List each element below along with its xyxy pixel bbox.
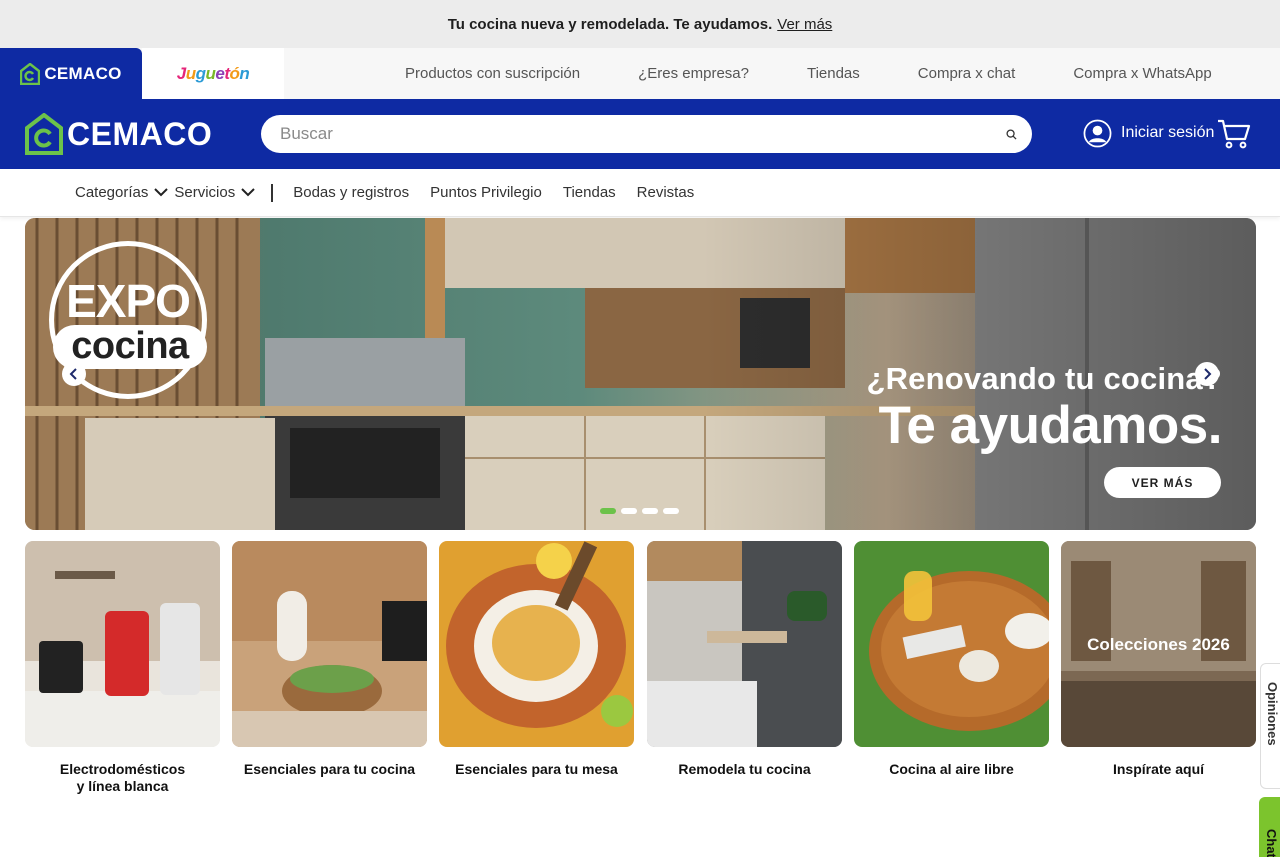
- main-logo[interactable]: CEMACO: [25, 112, 212, 156]
- chevron-down-icon: [154, 188, 169, 197]
- category-image: [439, 541, 634, 747]
- category-label: Electrodomésticos y línea blanca: [59, 761, 186, 794]
- search-input[interactable]: [280, 124, 1004, 144]
- cemaco-logo-icon: [20, 62, 41, 85]
- category-label: Esenciales para tu mesa: [455, 761, 618, 777]
- category-overlay-text: Colecciones 2026: [1087, 635, 1230, 654]
- hero-dot-3[interactable]: [642, 508, 658, 514]
- category-thumb[interactable]: Colecciones 2026: [1061, 541, 1256, 747]
- hero-next-button[interactable]: [1195, 362, 1219, 386]
- category-thumb[interactable]: [232, 541, 427, 747]
- opinions-label: Opiniones: [1265, 682, 1280, 746]
- user-icon: [1083, 119, 1112, 147]
- brand-tab-cemaco[interactable]: CEMACO: [0, 48, 142, 99]
- nav-bodas[interactable]: Bodas y registros: [293, 184, 409, 201]
- search-icon[interactable]: [1004, 127, 1018, 141]
- brand-tab-jugueton[interactable]: Juguetón: [142, 48, 284, 99]
- category-label: Cocina al aire libre: [889, 761, 1014, 777]
- top-link-tiendas[interactable]: Tiendas: [807, 65, 860, 82]
- nav-puntos[interactable]: Puntos Privilegio: [430, 184, 542, 201]
- category-image: [232, 541, 427, 747]
- hero-banner[interactable]: EXPO cocina ¿Renovando tu cocina? Te ayu…: [25, 218, 1256, 530]
- top-links: Productos con suscripción ¿Eres empresa?…: [376, 48, 1270, 99]
- category-thumb[interactable]: [647, 541, 842, 747]
- promo-ver-mas-link[interactable]: Ver más: [777, 16, 832, 33]
- nav-categorias[interactable]: Categorías: [75, 184, 169, 201]
- category-nav: Categorías Servicios Bodas y registros P…: [0, 169, 1280, 217]
- category-label: Inspírate aquí: [1112, 761, 1205, 777]
- category-tile[interactable]: Electrodomésticos y línea blanca: [25, 541, 220, 795]
- hero-heading: ¿Renovando tu cocina? Te ayudamos.: [866, 361, 1222, 456]
- main-logo-text: CEMACO: [67, 115, 213, 152]
- top-link-compra-chat[interactable]: Compra x chat: [918, 65, 1016, 82]
- arrow-right-icon: [1204, 368, 1212, 380]
- cart-button[interactable]: [1217, 118, 1251, 150]
- category-tile[interactable]: Esenciales para tu mesa: [439, 541, 634, 778]
- login-button[interactable]: Iniciar sesión: [1083, 118, 1214, 148]
- top-link-compra-whatsapp[interactable]: Compra x WhatsApp: [1073, 65, 1211, 82]
- cemaco-logo-icon: [25, 113, 63, 155]
- chat-tab[interactable]: Chat: [1259, 797, 1280, 857]
- promo-text: Tu cocina nueva y remodelada. Te ayudamo…: [447, 15, 773, 33]
- nav-tiendas[interactable]: Tiendas: [563, 184, 616, 201]
- main-header: CEMACO Iniciar sesión: [0, 99, 1280, 169]
- hero-dot-1[interactable]: [600, 508, 616, 514]
- category-tile[interactable]: Remodela tu cocina: [647, 541, 842, 778]
- chevron-down-icon: [241, 188, 255, 197]
- arrow-left-icon: [69, 368, 77, 380]
- brand-cemaco-label: CEMACO: [44, 63, 122, 83]
- category-tile[interactable]: Cocina al aire libre: [854, 541, 1049, 778]
- category-image: [25, 541, 220, 747]
- hero-prev-button[interactable]: [62, 362, 86, 386]
- nav-revistas[interactable]: Revistas: [637, 184, 695, 201]
- search-box: [261, 115, 1032, 153]
- category-thumb[interactable]: [25, 541, 220, 747]
- promo-bar: Tu cocina nueva y remodelada. Te ayudamo…: [0, 0, 1280, 48]
- top-link-empresa[interactable]: ¿Eres empresa?: [638, 65, 749, 82]
- top-link-suscripcion[interactable]: Productos con suscripción: [405, 65, 580, 82]
- hero-dot-2[interactable]: [621, 508, 637, 514]
- hero-pagination: [600, 508, 679, 514]
- category-label: Remodela tu cocina: [678, 761, 811, 777]
- expo-word: EXPO: [66, 275, 191, 327]
- cart-icon: [1218, 119, 1251, 149]
- hero-heading-line2: Te ayudamos.: [878, 396, 1222, 455]
- nav-servicios[interactable]: Servicios: [174, 184, 255, 201]
- category-tiles: Electrodomésticos y línea blanca Esencia…: [25, 541, 1256, 801]
- hero-ver-mas-button[interactable]: VER MÁS: [1104, 467, 1221, 498]
- category-label: Esenciales para tu cocina: [243, 761, 416, 777]
- category-thumb[interactable]: [854, 541, 1049, 747]
- category-tile[interactable]: Esenciales para tu cocina: [232, 541, 427, 778]
- brand-row: CEMACO Juguetón Productos con suscripció…: [0, 48, 1280, 99]
- jugueton-logo: Juguetón: [176, 63, 250, 83]
- hero-heading-line1: ¿Renovando tu cocina?: [866, 361, 1222, 396]
- category-image: [647, 541, 842, 747]
- nav-divider: [271, 183, 274, 202]
- login-label: Iniciar sesión: [1121, 124, 1215, 141]
- category-thumb[interactable]: [439, 541, 634, 747]
- opinions-tab[interactable]: Opiniones: [1260, 663, 1280, 789]
- category-tile[interactable]: Colecciones 2026 Inspírate aquí: [1061, 541, 1256, 778]
- hero-dot-4[interactable]: [663, 508, 679, 514]
- category-image: [854, 541, 1049, 747]
